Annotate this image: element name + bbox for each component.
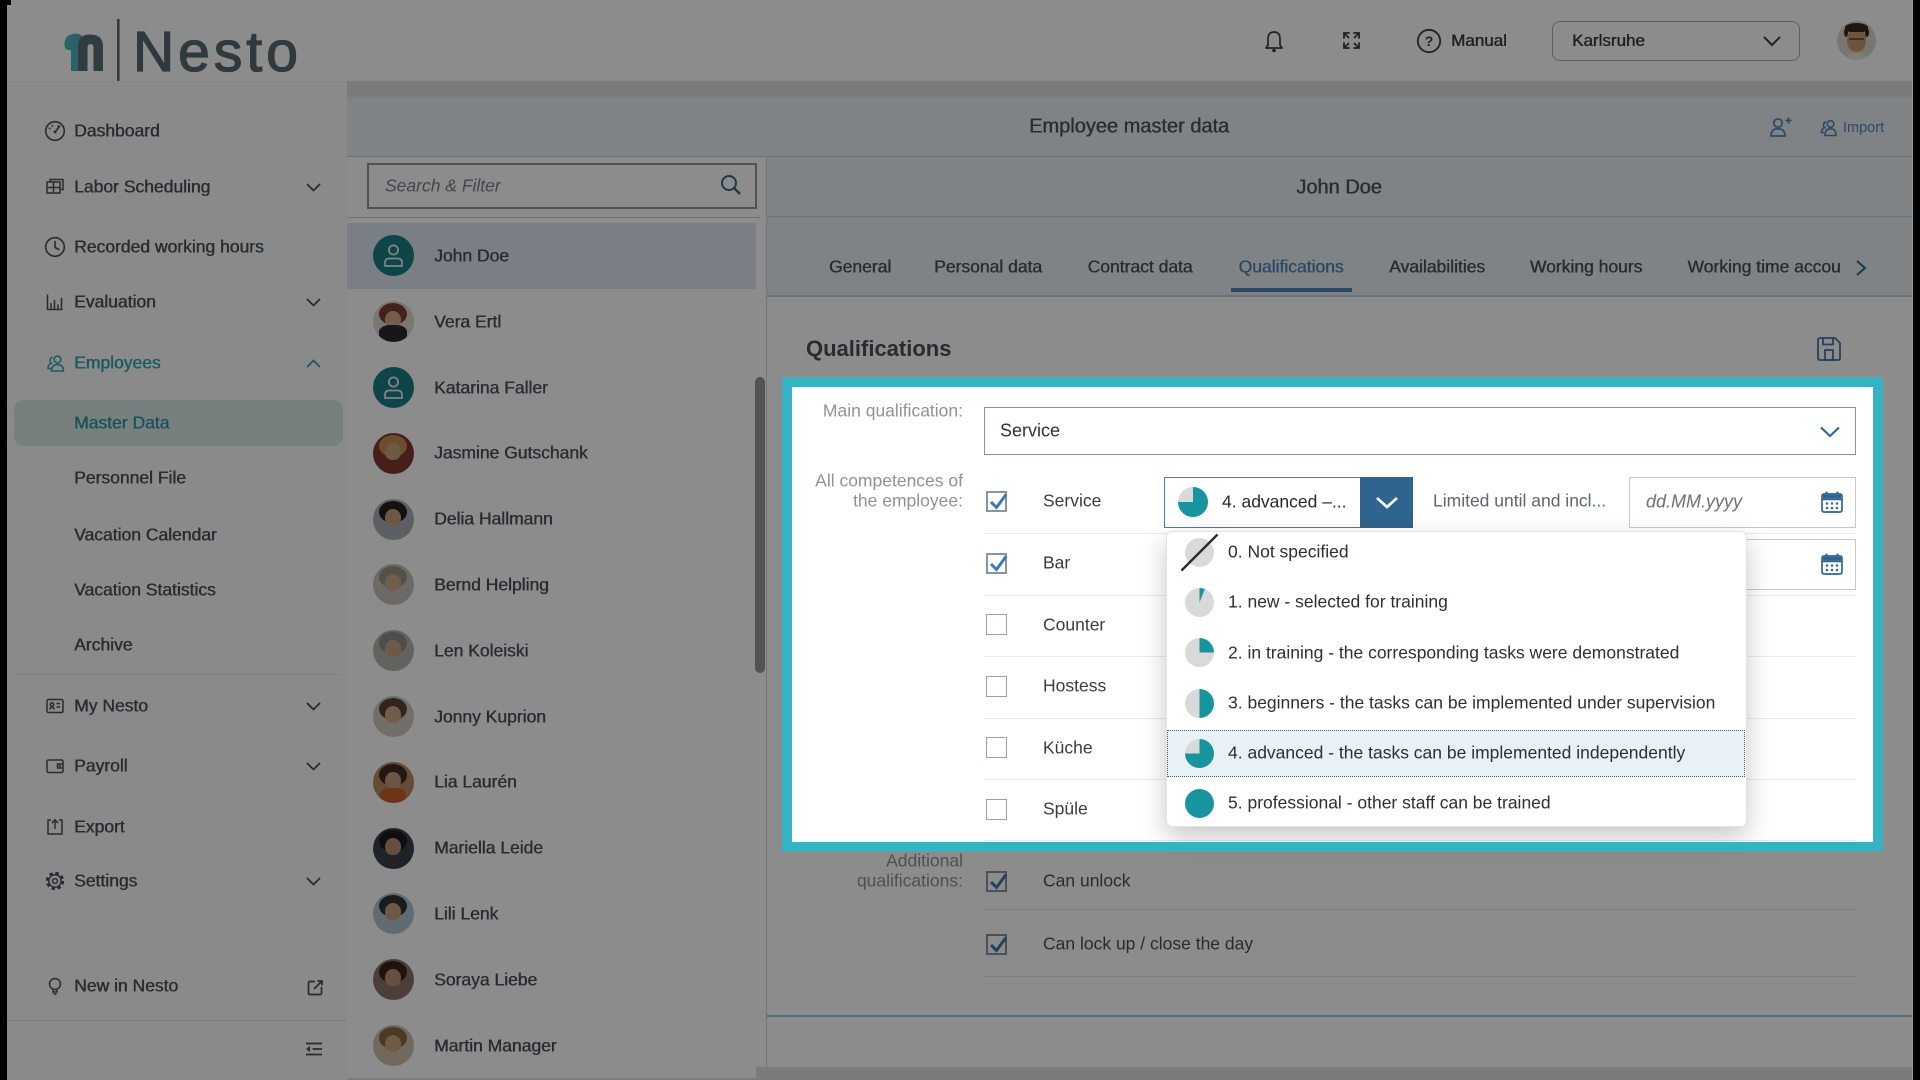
svg-text:?: ? xyxy=(1425,33,1434,49)
svg-text:Nesto: Nesto xyxy=(133,20,302,84)
